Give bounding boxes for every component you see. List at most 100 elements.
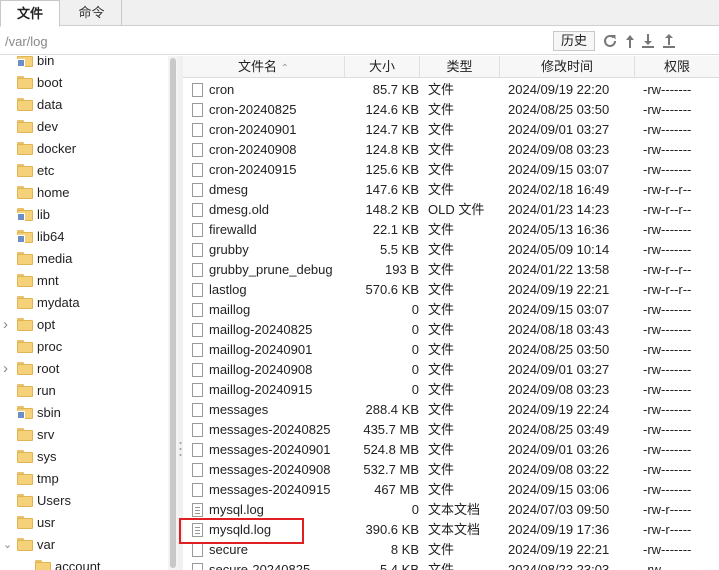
tree-item[interactable]: mydata <box>0 292 168 314</box>
file-row[interactable]: dmesg.old 148.2 KB OLD 文件 2024/01/23 14:23 -… <box>183 200 719 220</box>
upload-icon[interactable] <box>661 32 677 50</box>
file-row[interactable]: maillog-20240825 0 文件 2024/08/18 03:43 -rw--… <box>183 320 719 340</box>
tree-item[interactable]: sbin <box>0 402 168 424</box>
file-icon <box>192 423 203 437</box>
path-input[interactable] <box>0 31 545 51</box>
tree-item[interactable]: › opt <box>0 314 168 336</box>
file-icon <box>192 343 203 357</box>
folder-icon <box>17 428 33 441</box>
file-size: 390.6 KB <box>365 522 420 537</box>
tab-bar: 文件 命令 <box>0 0 719 27</box>
file-mtime: 2024/09/15 03:07 <box>508 302 610 317</box>
file-icon <box>192 483 203 497</box>
file-permissions: -rw------- <box>643 462 692 477</box>
tree-item[interactable]: sys <box>0 446 168 468</box>
file-row[interactable]: maillog-20240901 0 文件 2024/08/25 03:50 -rw--… <box>183 340 719 360</box>
file-mtime: 2024/09/08 03:23 <box>508 382 610 397</box>
tree-item[interactable]: lib <box>0 204 168 226</box>
history-button[interactable]: 历史 <box>553 31 595 51</box>
tree-scrollbar[interactable] <box>168 56 178 570</box>
tree-item[interactable]: Users <box>0 490 168 512</box>
tree-item[interactable]: proc <box>0 336 168 358</box>
file-row[interactable]: cron 85.7 KB 文件 2024/09/19 22:20 -rw------- <box>183 80 719 100</box>
file-row[interactable]: messages-20240908 532.7 MB 文件 2024/09/08 03… <box>183 460 719 480</box>
tree-item[interactable]: usr <box>0 512 168 534</box>
tree-item-label: etc <box>37 163 55 178</box>
chevron-right-icon[interactable]: › <box>3 358 13 380</box>
tree-item-label: opt <box>37 317 56 332</box>
tree-item-label: media <box>37 251 73 266</box>
tree-item[interactable]: run <box>0 380 168 402</box>
file-size: 124.8 KB <box>365 142 420 157</box>
folder-icon <box>17 318 33 331</box>
file-row[interactable]: grubby_prune_debug 193 B 文件 2024/01/22 13:5… <box>183 260 719 280</box>
column-header-size[interactable]: 大小 <box>345 56 420 78</box>
up-icon[interactable] <box>622 32 638 50</box>
file-row[interactable]: maillog-20240908 0 文件 2024/09/01 03:27 -rw--… <box>183 360 719 380</box>
tree-scrollbar-thumb[interactable] <box>170 58 176 568</box>
file-permissions: -rw------- <box>643 142 692 157</box>
file-row[interactable]: cron-20240825 124.6 KB 文件 2024/08/25 03:50 -… <box>183 100 719 120</box>
file-type: 文件 <box>428 462 455 477</box>
file-row[interactable]: messages-20240915 467 MB 文件 2024/09/15 03:0… <box>183 480 719 500</box>
file-name: maillog-20240915 <box>209 382 313 397</box>
tree-item[interactable]: docker <box>0 138 168 160</box>
column-header-mtime[interactable]: 修改时间 <box>500 56 635 78</box>
file-icon <box>192 563 203 570</box>
tree-item-label: mydata <box>37 295 80 310</box>
tree-item[interactable]: lib64 <box>0 226 168 248</box>
tree-item[interactable]: dev <box>0 116 168 138</box>
tab-commands[interactable]: 命令 <box>62 0 122 26</box>
file-row[interactable]: cron-20240908 124.8 KB 文件 2024/09/08 03:23 -… <box>183 140 719 160</box>
file-row[interactable]: messages 288.4 KB 文件 2024/09/19 22:24 -rw---… <box>183 400 719 420</box>
tree-item[interactable]: › root <box>0 358 168 380</box>
column-header-permissions[interactable]: 权限 <box>635 56 719 78</box>
file-mtime: 2024/09/19 22:24 <box>508 402 610 417</box>
column-header-name[interactable]: 文件名 ⌃ <box>183 56 345 78</box>
directory-tree[interactable]: bin boot data dev docker etc home lib lib64 media… <box>0 56 168 570</box>
tree-item[interactable]: srv <box>0 424 168 446</box>
tree-item-label: Users <box>37 493 71 508</box>
folder-icon <box>17 76 33 89</box>
file-row[interactable]: messages-20240825 435.7 MB 文件 2024/08/25 03… <box>183 420 719 440</box>
chevron-right-icon[interactable]: › <box>3 314 13 336</box>
download-icon[interactable] <box>640 32 656 50</box>
tree-item[interactable]: tmp <box>0 468 168 490</box>
file-size: 0 <box>411 322 419 337</box>
file-row[interactable]: maillog-20240915 0 文件 2024/09/08 03:23 -rw--… <box>183 380 719 400</box>
tree-item[interactable]: account <box>0 556 168 570</box>
file-row[interactable]: cron-20240901 124.7 KB 文件 2024/09/01 03:27 -… <box>183 120 719 140</box>
tree-item[interactable]: bin <box>0 56 168 72</box>
file-row[interactable]: firewalld 22.1 KB 文件 2024/05/13 16:36 -rw---… <box>183 220 719 240</box>
file-type: 文件 <box>428 322 455 337</box>
file-type: 文件 <box>428 562 455 570</box>
file-list[interactable]: 文件名 ⌃ 大小 类型 修改时间 权限 cron 85.7 KB 文件 2024/09… <box>183 56 719 570</box>
file-name: maillog-20240908 <box>209 362 313 377</box>
file-type: 文件 <box>428 262 455 277</box>
tree-item[interactable]: boot <box>0 72 168 94</box>
file-row[interactable]: secure-20240825 5.4 KB 文件 2024/08/23 23:03 -… <box>183 560 719 570</box>
file-row[interactable]: messages-20240901 524.8 MB 文件 2024/09/01 03… <box>183 440 719 460</box>
refresh-icon[interactable] <box>602 32 618 50</box>
file-row[interactable]: grubby 5.5 KB 文件 2024/05/09 10:14 -rw------- <box>183 240 719 260</box>
tree-item[interactable]: data <box>0 94 168 116</box>
tree-item[interactable]: mnt <box>0 270 168 292</box>
file-size: 22.1 KB <box>372 222 419 237</box>
file-name: dmesg <box>209 182 249 197</box>
tree-item[interactable]: home <box>0 182 168 204</box>
folder-icon <box>17 472 33 485</box>
file-row[interactable]: mysql.log 0 文本文档 2024/07/03 09:50 -rw-r----- <box>183 500 719 520</box>
chevron-down-icon[interactable]: ⌄ <box>3 534 13 556</box>
tree-item[interactable]: media <box>0 248 168 270</box>
file-row[interactable]: cron-20240915 125.6 KB 文件 2024/09/15 03:07 -… <box>183 160 719 180</box>
tab-files[interactable]: 文件 <box>0 0 60 27</box>
tree-item-label: boot <box>37 75 63 90</box>
folder-icon <box>17 362 33 375</box>
file-row[interactable]: dmesg 147.6 KB 文件 2024/02/18 16:49 -rw-r--r-… <box>183 180 719 200</box>
tree-item[interactable]: ⌄ var <box>0 534 168 556</box>
column-header-type[interactable]: 类型 <box>420 56 500 78</box>
file-row[interactable]: maillog 0 文件 2024/09/15 03:07 -rw------- <box>183 300 719 320</box>
tree-item[interactable]: etc <box>0 160 168 182</box>
folder-icon <box>17 186 33 199</box>
file-row[interactable]: lastlog 570.6 KB 文件 2024/09/19 22:21 -rw-r--… <box>183 280 719 300</box>
